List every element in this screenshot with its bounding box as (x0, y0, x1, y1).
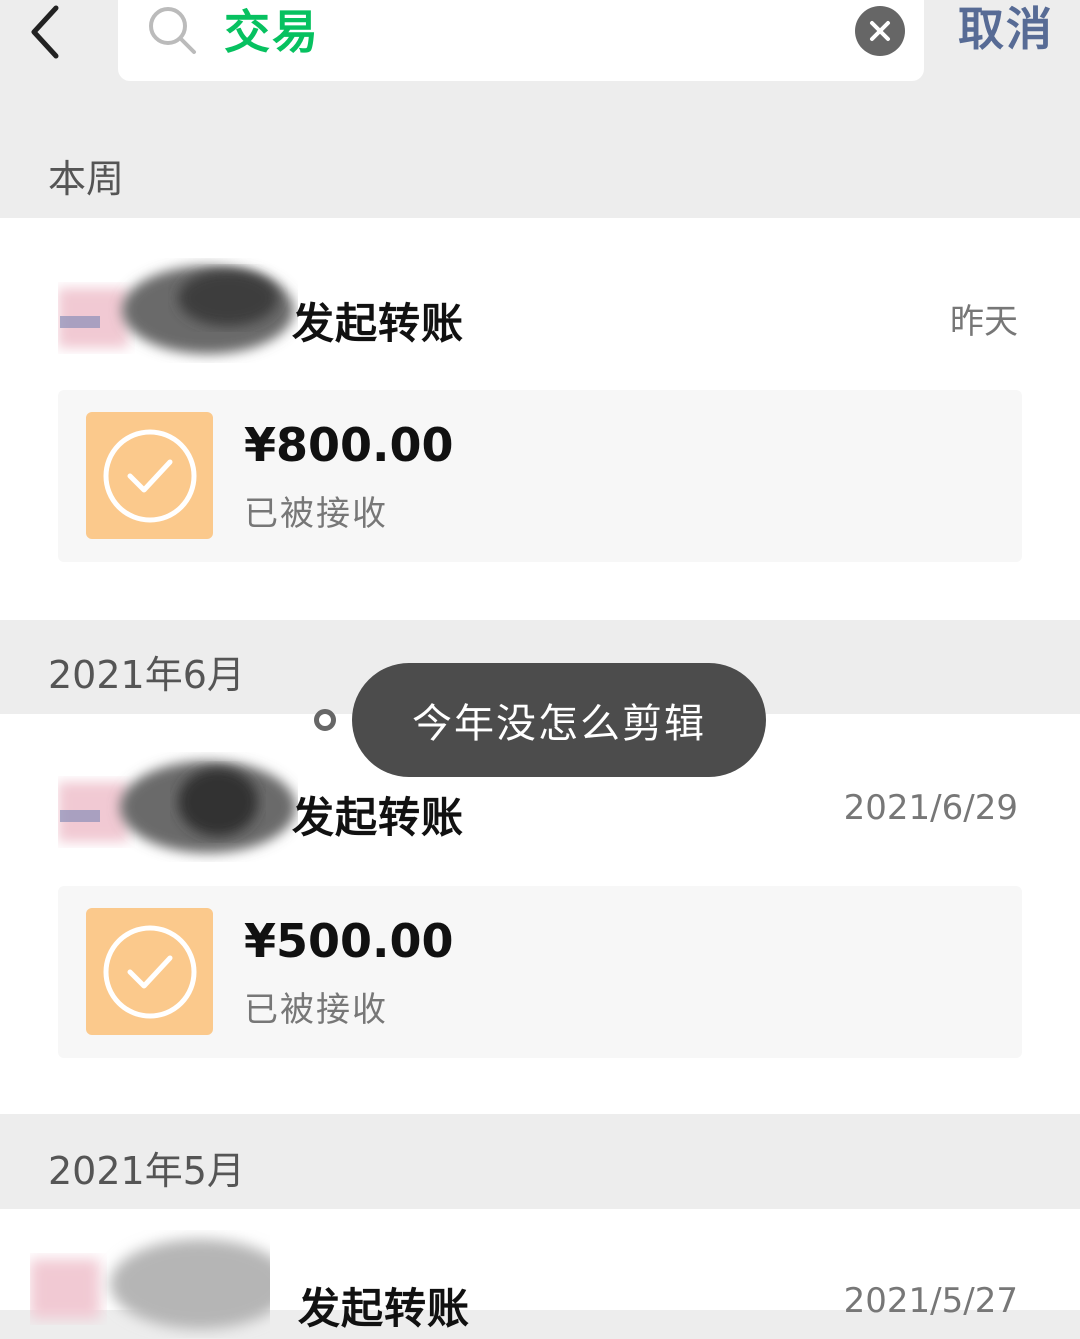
transaction-item[interactable]: 发起转账 2021/5/27 (0, 1209, 1080, 1333)
transaction-item[interactable]: 发起转账 昨天 ¥800.00 已被接收 (0, 218, 1080, 620)
toast-message: 今年没怎么剪辑 (352, 663, 766, 777)
back-chevron-icon (31, 5, 59, 59)
toast-dot (314, 709, 336, 731)
avatar (58, 266, 294, 354)
transfer-card[interactable]: ¥800.00 已被接收 (58, 390, 1022, 562)
section-header-this-week: 本周 (0, 120, 1080, 218)
transaction-date: 昨天 (950, 302, 1018, 342)
check-circle-icon (103, 925, 197, 1019)
back-button[interactable] (22, 2, 72, 62)
avatar (30, 1239, 270, 1329)
transaction-title: 发起转账 (292, 299, 465, 348)
section-title: 2021年6月 (48, 653, 245, 697)
section-header-may-2021: 2021年5月 (0, 1114, 1080, 1209)
cancel-button[interactable]: 取消 (958, 0, 1054, 58)
transfer-amount: ¥800.00 (244, 418, 454, 472)
clear-icon (870, 21, 890, 41)
avatar (58, 761, 296, 853)
section-title: 2021年5月 (48, 1149, 245, 1193)
clear-search-button[interactable] (855, 6, 905, 56)
transfer-badge (86, 412, 213, 539)
transaction-date: 2021/6/29 (843, 788, 1018, 828)
search-query[interactable]: 交易 (224, 2, 320, 62)
transfer-status: 已被接收 (244, 990, 388, 1030)
check-circle-icon (103, 429, 197, 523)
transaction-title: 发起转账 (292, 793, 465, 842)
search-icon (149, 7, 196, 54)
transfer-card[interactable]: ¥500.00 已被接收 (58, 886, 1022, 1058)
section-title: 本周 (48, 157, 125, 201)
search-input[interactable]: 交易 (118, 0, 924, 81)
search-header: 交易 取消 (0, 0, 1080, 120)
transaction-date: 2021/5/27 (843, 1281, 1018, 1321)
transfer-badge (86, 908, 213, 1035)
transfer-status: 已被接收 (244, 494, 388, 534)
transfer-amount: ¥500.00 (244, 914, 454, 968)
transaction-title: 发起转账 (298, 1284, 471, 1333)
